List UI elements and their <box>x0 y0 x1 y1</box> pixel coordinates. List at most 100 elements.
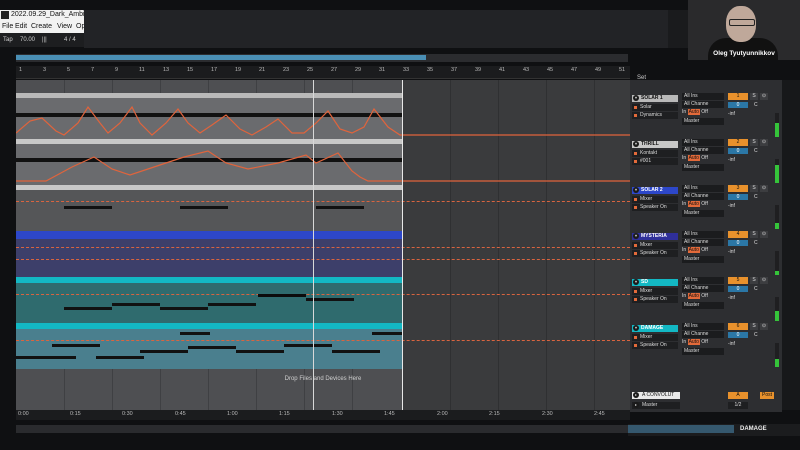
solo-button[interactable]: S <box>750 139 758 146</box>
clip-overview-mini[interactable] <box>628 425 734 433</box>
fold-icon[interactable]: ▾ <box>633 233 639 239</box>
post-button[interactable]: Post <box>760 392 774 399</box>
track-name[interactable]: ▾ MYSTERIA <box>632 233 678 240</box>
device-chain-item[interactable]: #001 <box>632 158 678 165</box>
midi-note[interactable] <box>112 303 160 306</box>
midi-note[interactable] <box>316 206 364 209</box>
track-header-sd[interactable]: ▾ SD Mixer Speaker On All Ins All Channe … <box>630 277 782 323</box>
pan-field[interactable]: C <box>754 102 758 108</box>
input-channel-select[interactable]: All Channe <box>682 285 724 292</box>
beat-time-ruler[interactable]: 1 3 5 7 9 11 13 15 17 19 21 23 25 27 29 … <box>16 66 630 79</box>
volume-field[interactable]: 0 <box>728 194 748 200</box>
record-arm-icon[interactable]: ⊙ <box>760 323 768 330</box>
midi-note[interactable] <box>16 356 76 359</box>
monitor-switch[interactable]: In Auto Off <box>682 155 724 162</box>
track-header-thrill[interactable]: ▾ THRILL Kontakt #001 All Ins All Channe … <box>630 139 782 185</box>
clip-body[interactable] <box>16 329 402 369</box>
send-value[interactable]: -inf <box>728 249 735 255</box>
track-header-solar-1[interactable]: ▾ SOLAR 1 Solar Dynamics All Ins All Chan… <box>630 93 782 139</box>
horizontal-scrollbar[interactable] <box>16 425 628 433</box>
send-value[interactable]: -inf <box>728 111 735 117</box>
midi-note[interactable] <box>372 332 402 335</box>
clip-header[interactable] <box>16 231 402 239</box>
solo-button[interactable]: S <box>750 231 758 238</box>
automation-line[interactable] <box>16 340 630 341</box>
tempo-field[interactable]: 70.00 <box>20 37 35 43</box>
output-select[interactable]: Master <box>682 348 724 355</box>
fold-icon[interactable]: ▾ <box>633 141 639 147</box>
solo-button[interactable]: S <box>750 277 758 284</box>
track-name[interactable]: ▾ SOLAR 2 <box>632 187 678 194</box>
fold-icon[interactable]: ▾ <box>633 325 639 331</box>
track-activator[interactable]: 1 <box>728 93 748 100</box>
fold-icon[interactable]: ▸ <box>633 402 639 408</box>
fold-icon[interactable]: ▾ <box>633 95 639 101</box>
device-chain-item[interactable]: Speaker On <box>632 204 678 211</box>
record-arm-icon[interactable]: ⊙ <box>760 93 768 100</box>
volume-field[interactable]: 0 <box>728 332 748 338</box>
send-value[interactable]: -inf <box>728 295 735 301</box>
track-lane-solar-2[interactable] <box>16 185 630 231</box>
monitor-switch[interactable]: In Auto Off <box>682 201 724 208</box>
pan-field[interactable]: C <box>754 332 758 338</box>
arrangement-view[interactable]: Drop Files and Devices Here <box>16 80 630 410</box>
track-lane-solar-1[interactable] <box>16 93 630 139</box>
midi-note[interactable] <box>64 206 112 209</box>
volume-field[interactable]: 0 <box>728 286 748 292</box>
cue-ratio[interactable]: 1/2 <box>728 402 748 409</box>
monitor-switch[interactable]: In Auto Off <box>682 339 724 346</box>
playhead[interactable] <box>313 80 314 410</box>
pan-field[interactable]: C <box>754 286 758 292</box>
midi-note[interactable] <box>188 346 236 349</box>
automation-line[interactable] <box>16 247 630 248</box>
menu-view[interactable]: View <box>57 23 72 30</box>
track-header-mysteria[interactable]: ▾ MYSTERIA Mixer Speaker On All Ins All C… <box>630 231 782 277</box>
track-name[interactable]: ▾ SOLAR 1 <box>632 95 678 102</box>
record-arm-icon[interactable]: ⊙ <box>760 139 768 146</box>
midi-note[interactable] <box>64 307 112 310</box>
midi-note[interactable] <box>160 307 208 310</box>
fold-icon[interactable]: ▾ <box>633 279 639 285</box>
automation-envelope[interactable] <box>16 139 630 185</box>
solo-button[interactable]: S <box>750 93 758 100</box>
track-activator[interactable]: 3 <box>728 185 748 192</box>
midi-note[interactable] <box>180 332 210 335</box>
pan-field[interactable]: C <box>754 194 758 200</box>
midi-note[interactable] <box>332 350 380 353</box>
input-channel-select[interactable]: All Channe <box>682 101 724 108</box>
device-chain-item[interactable]: Kontakt <box>632 150 678 157</box>
automation-line[interactable] <box>16 259 630 260</box>
fold-icon[interactable]: ▸ <box>633 392 639 398</box>
monitor-switch[interactable]: In Auto Off <box>682 247 724 254</box>
device-chain-item[interactable]: Speaker On <box>632 250 678 257</box>
automation-envelope[interactable] <box>16 93 630 139</box>
midi-note[interactable] <box>140 350 188 353</box>
output-select[interactable]: Master <box>682 302 724 309</box>
automation-line[interactable] <box>16 294 630 295</box>
track-header-solar-2[interactable]: ▾ SOLAR 2 Mixer Speaker On All Ins All Ch… <box>630 185 782 231</box>
record-arm-icon[interactable]: ⊙ <box>760 185 768 192</box>
menu-create[interactable]: Create <box>31 23 52 30</box>
midi-note[interactable] <box>52 344 100 347</box>
track-name[interactable]: ▾ THRILL <box>632 141 678 148</box>
pan-field[interactable]: C <box>754 148 758 154</box>
device-chain-item[interactable]: Mixer <box>632 334 678 341</box>
record-arm-icon[interactable]: ⊙ <box>760 277 768 284</box>
time-ruler[interactable]: 0:00 0:15 0:30 0:45 1:00 1:15 1:30 1:45 … <box>16 410 630 420</box>
metronome-icon[interactable]: ||| <box>42 37 47 43</box>
send-value[interactable]: -inf <box>728 341 735 347</box>
tap-button[interactable]: Tap <box>3 37 13 43</box>
clip-body[interactable] <box>16 190 402 231</box>
menu-file[interactable]: File <box>2 23 13 30</box>
menu-edit[interactable]: Edit <box>15 23 27 30</box>
clip-body[interactable] <box>16 239 402 277</box>
time-signature[interactable]: 4 / 4 <box>64 37 76 43</box>
midi-note[interactable] <box>180 206 228 209</box>
track-header-damage[interactable]: ▾ DAMAGE Mixer Speaker On All Ins All Cha… <box>630 323 782 369</box>
monitor-switch[interactable]: In Auto Off <box>682 109 724 116</box>
track-activator[interactable]: 2 <box>728 139 748 146</box>
device-chain-item[interactable]: Speaker On <box>632 296 678 303</box>
output-select[interactable]: Master <box>682 256 724 263</box>
midi-note[interactable] <box>96 356 144 359</box>
input-type-select[interactable]: All Ins <box>682 277 724 284</box>
